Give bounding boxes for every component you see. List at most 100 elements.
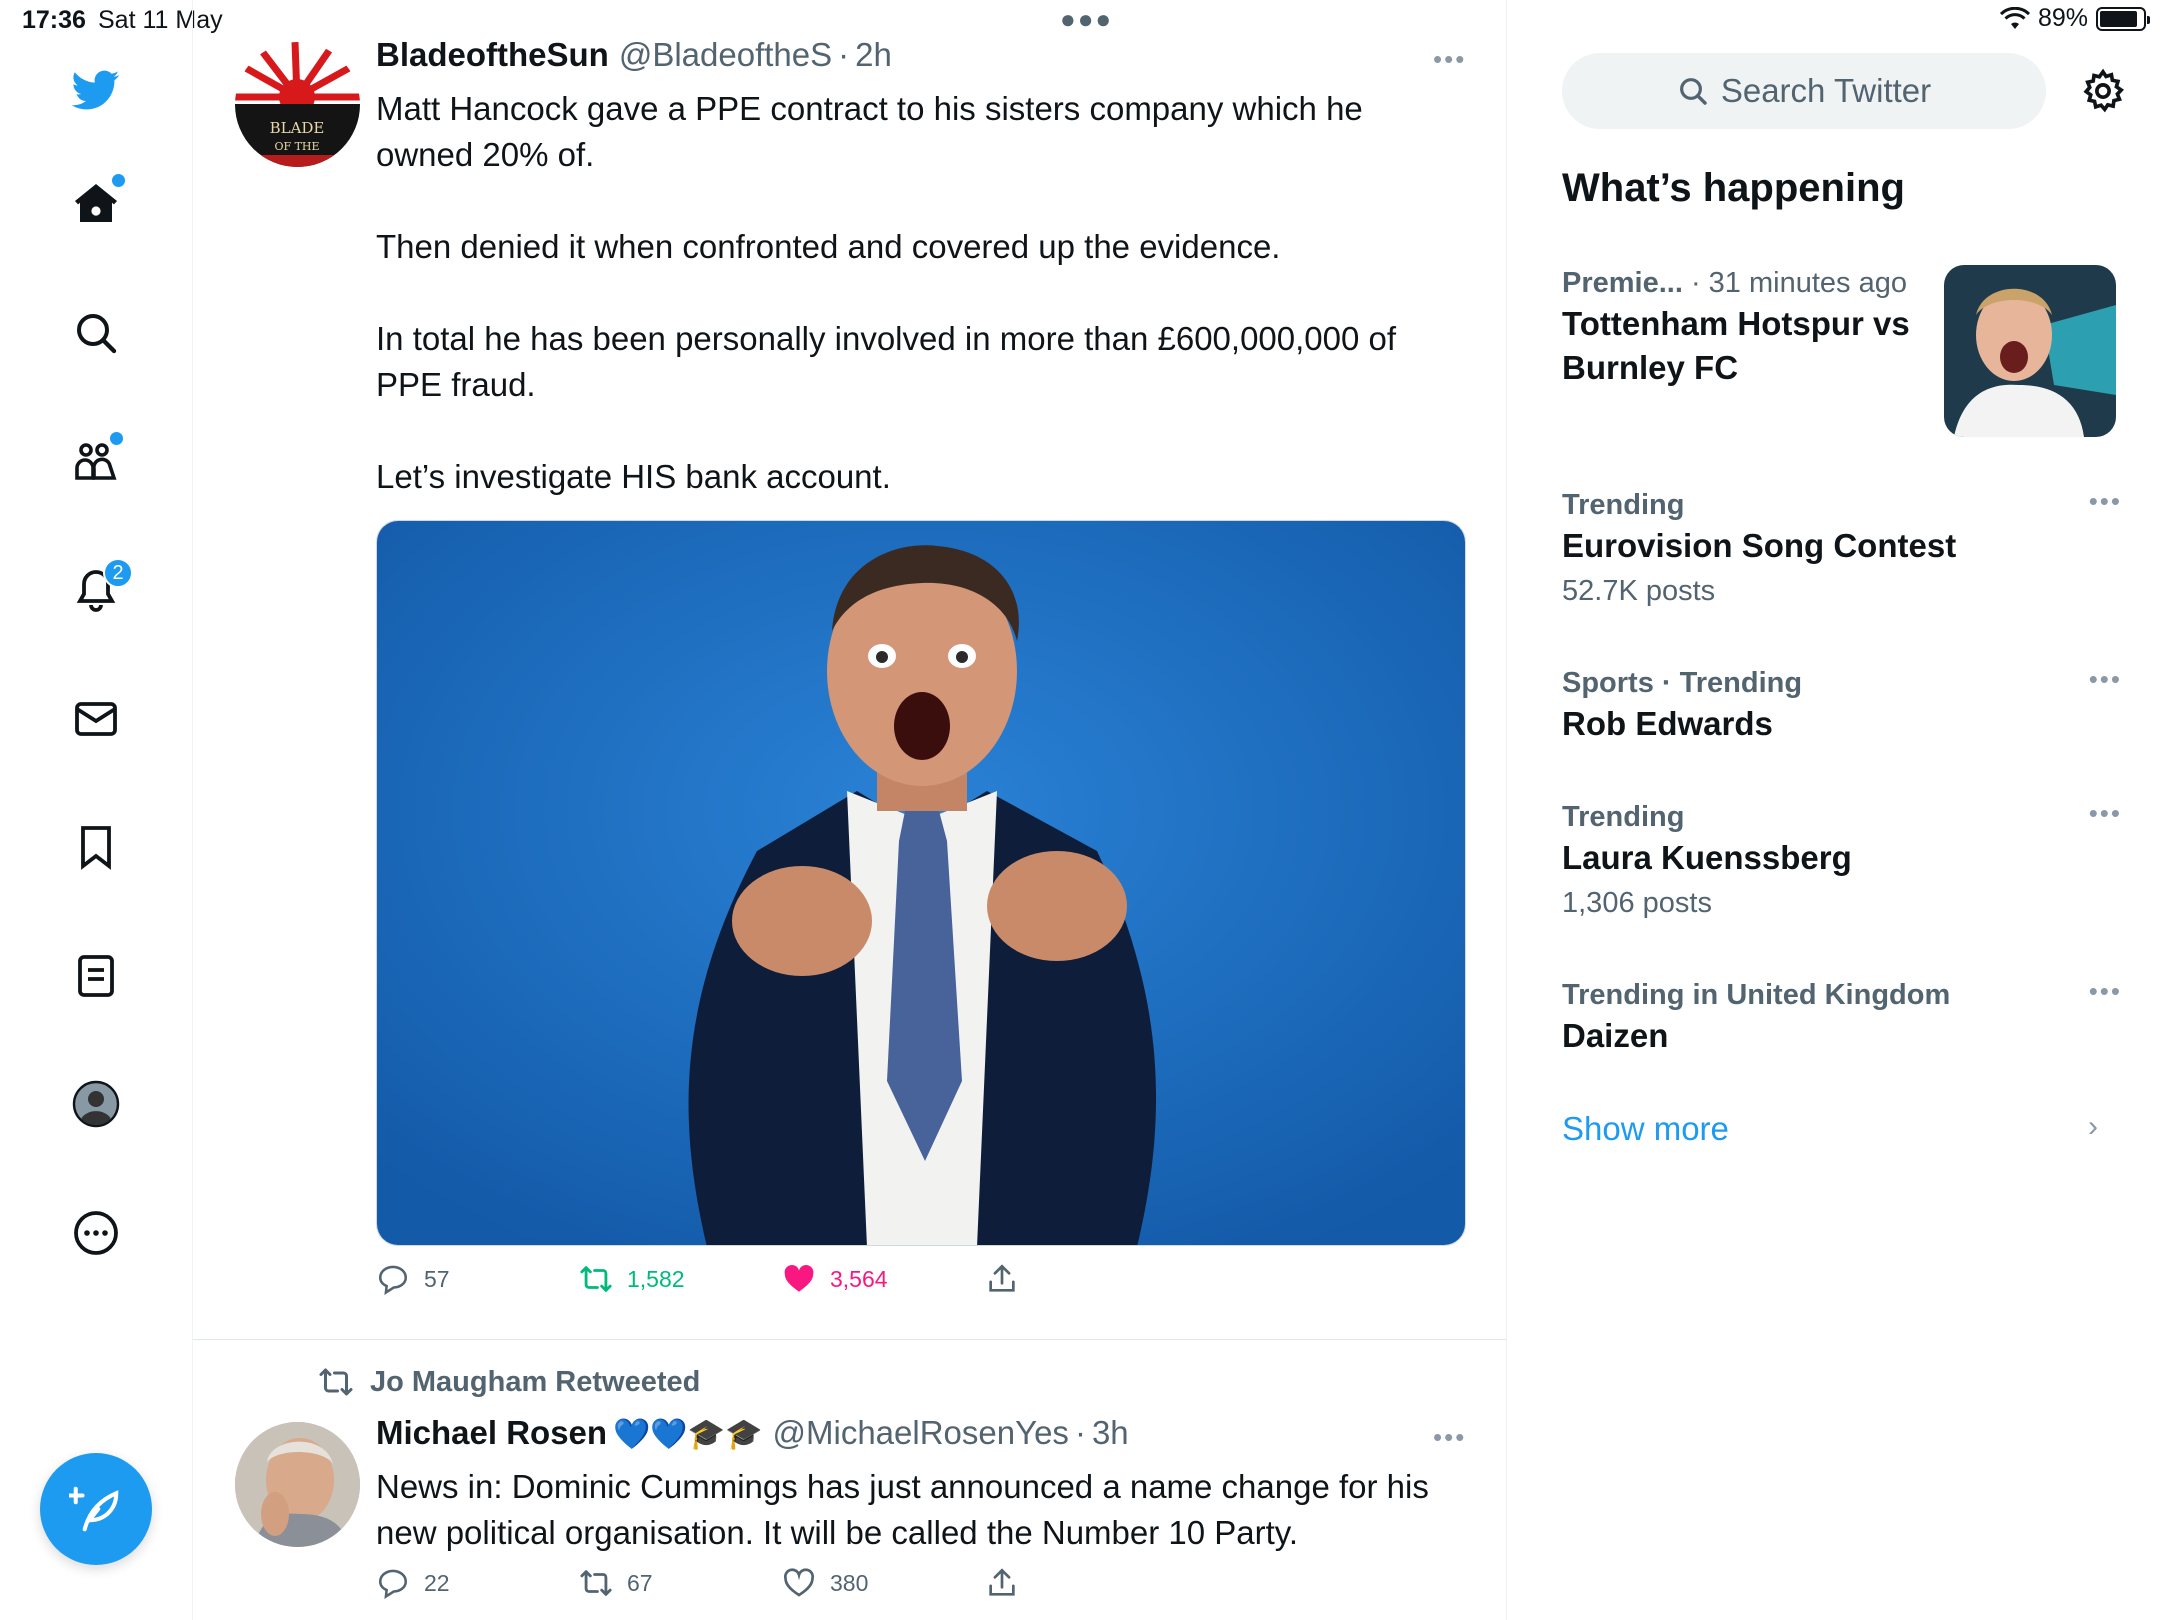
trend-category: Sports · Trending xyxy=(1562,667,1803,699)
share-icon xyxy=(989,1568,1015,1596)
retweet-indicator-icon xyxy=(319,1368,353,1396)
tweet-actions: 22 67 380 xyxy=(376,1566,1188,1600)
author-name[interactable]: BladeoftheSun xyxy=(376,36,609,74)
trend-category: Trending in United Kingdom xyxy=(1562,979,1951,1011)
like-count: 3,564 xyxy=(830,1265,888,1292)
bookmarks-icon[interactable] xyxy=(66,817,126,877)
photo-illustration xyxy=(377,521,1465,1245)
share-button[interactable] xyxy=(985,1262,1188,1296)
header-separator: · xyxy=(1074,1414,1086,1451)
tweet-text: News in: Dominic Cummings has just annou… xyxy=(376,1464,1466,1556)
tweet-media-image[interactable] xyxy=(376,520,1466,1246)
trend-name: Laura Kuenssberg xyxy=(1562,839,1852,876)
retweeted-by: Jo Maugham Retweeted xyxy=(318,1364,700,1400)
timeline-feed: BLADE OF THE BladeoftheSun @BladeoftheS … xyxy=(193,0,1507,1620)
home-icon[interactable] xyxy=(66,174,126,234)
trend-item[interactable]: Trending in United Kingdom Daizen ••• xyxy=(1562,976,2122,1058)
tweet-text: Matt Hancock gave a PPE contract to his … xyxy=(376,86,1466,500)
like-button[interactable]: 3,564 xyxy=(782,1262,985,1296)
notifications-badge: 2 xyxy=(103,558,133,588)
author-avatar[interactable] xyxy=(235,1422,360,1547)
share-button[interactable] xyxy=(985,1566,1188,1600)
show-more-link[interactable]: Show more xyxy=(1562,1110,1729,1148)
author-name[interactable]: Michael Rosen xyxy=(376,1414,607,1452)
explore-search-icon[interactable] xyxy=(66,303,126,363)
messages-envelope-icon[interactable] xyxy=(66,689,126,749)
tweet-paragraph: Matt Hancock gave a PPE contract to his … xyxy=(376,90,1363,173)
tweet-divider xyxy=(193,1339,1506,1340)
settings-gear-icon[interactable] xyxy=(2080,68,2126,114)
svg-text:OF THE: OF THE xyxy=(274,140,319,153)
like-button[interactable]: 380 xyxy=(782,1566,985,1600)
trend-more-icon[interactable]: ••• xyxy=(2089,486,2122,517)
twitter-logo-icon[interactable] xyxy=(66,60,126,120)
tweet-more-icon[interactable]: ••• xyxy=(1433,44,1466,75)
trend-item[interactable]: Trending Laura Kuenssberg 1,306 posts ••… xyxy=(1562,798,2122,926)
trend-item[interactable]: Trending Eurovision Song Contest 52.7K p… xyxy=(1562,486,2122,614)
notifications-bell-icon[interactable]: 2 xyxy=(66,558,133,620)
profile-avatar-icon[interactable] xyxy=(66,1074,126,1134)
trend-name: Tottenham Hotspur vs Burnley FC xyxy=(1562,305,1910,386)
tweet-header: BladeoftheSun @BladeoftheS · 2h xyxy=(376,36,892,74)
trend-category: Trending xyxy=(1562,489,1685,521)
tweet-more-icon[interactable]: ••• xyxy=(1433,1422,1466,1453)
search-icon xyxy=(1679,78,1707,105)
lists-icon[interactable] xyxy=(66,946,126,1006)
tweet-actions: 57 1,582 3,564 xyxy=(376,1262,1188,1296)
trend-category: Trending xyxy=(1562,801,1685,833)
trend-post-count: 1,306 posts xyxy=(1562,887,1712,919)
author-avatar[interactable]: BLADE OF THE xyxy=(235,42,360,167)
tweet-paragraph: News in: Dominic Cummings has just annou… xyxy=(376,1468,1429,1551)
more-options-icon[interactable] xyxy=(66,1203,126,1263)
reply-button[interactable]: 22 xyxy=(376,1566,579,1600)
tweet-paragraph: Let’s investigate HIS bank account. xyxy=(376,458,891,495)
communities-unread-dot xyxy=(110,432,123,445)
reply-button[interactable]: 57 xyxy=(376,1262,579,1296)
trend-more-icon[interactable]: ••• xyxy=(2089,976,2122,1007)
tweet-timestamp[interactable]: 3h xyxy=(1092,1414,1129,1452)
right-sidebar: Search Twitter What’s happening Premie..… xyxy=(1508,0,2160,1620)
retweet-button[interactable]: 1,582 xyxy=(579,1262,782,1296)
trend-name: Eurovision Song Contest xyxy=(1562,527,1957,564)
retweet-count: 1,582 xyxy=(627,1265,685,1292)
trend-time: · 31 minutes ago xyxy=(1690,267,1907,299)
trend-item[interactable]: Sports · Trending Rob Edwards ••• xyxy=(1562,664,2122,746)
communities-icon[interactable] xyxy=(66,432,126,492)
retweet-count: 67 xyxy=(627,1569,653,1596)
trend-more-icon[interactable]: ••• xyxy=(2089,798,2122,829)
trend-name: Daizen xyxy=(1562,1017,1669,1054)
tweet-timestamp[interactable]: 2h xyxy=(855,36,892,74)
retweet-icon xyxy=(580,1266,612,1292)
search-placeholder: Search Twitter xyxy=(1720,72,1932,109)
compose-feather-icon xyxy=(69,1486,119,1532)
compose-tweet-button[interactable] xyxy=(40,1453,152,1565)
reply-icon xyxy=(378,1265,408,1295)
tweet-paragraph: In total he has been personally involved… xyxy=(376,320,1397,403)
trend-name: Rob Edwards xyxy=(1562,705,1773,742)
retweet-icon xyxy=(580,1570,612,1596)
chevron-right-icon[interactable]: › xyxy=(2088,1110,2098,1144)
trend-post-count: 52.7K posts xyxy=(1562,575,1716,607)
share-icon xyxy=(989,1264,1015,1292)
like-count: 380 xyxy=(830,1569,869,1596)
tweet-paragraph: Then denied it when confronted and cover… xyxy=(376,228,1281,265)
left-navigation: 2 xyxy=(0,0,193,1620)
trend-more-icon[interactable]: ••• xyxy=(2089,664,2122,695)
reply-count: 57 xyxy=(424,1265,450,1292)
retweet-button[interactable]: 67 xyxy=(579,1566,782,1600)
heart-filled-icon xyxy=(784,1264,814,1292)
author-handle[interactable]: @BladeoftheS xyxy=(619,36,832,74)
header-separator: · xyxy=(838,36,850,73)
heart-icon xyxy=(783,1568,815,1597)
home-unread-dot xyxy=(112,174,125,187)
whats-happening-title: What’s happening xyxy=(1562,166,1905,210)
retweeted-by-label[interactable]: Jo Maugham Retweeted xyxy=(370,1366,700,1399)
reply-icon xyxy=(378,1569,408,1599)
reply-count: 22 xyxy=(424,1569,450,1596)
trend-thumbnail-image[interactable] xyxy=(1944,265,2116,437)
search-input[interactable]: Search Twitter xyxy=(1562,53,2046,129)
author-handle[interactable]: @MichaelRosenYes xyxy=(773,1414,1069,1452)
avatar-text: BLADE xyxy=(270,119,325,137)
tweet-header: Michael Rosen 💙💙🎓🎓 @MichaelRosenYes · 3h xyxy=(376,1414,1129,1452)
name-emoji-decoration: 💙💙🎓🎓 xyxy=(613,1417,763,1452)
